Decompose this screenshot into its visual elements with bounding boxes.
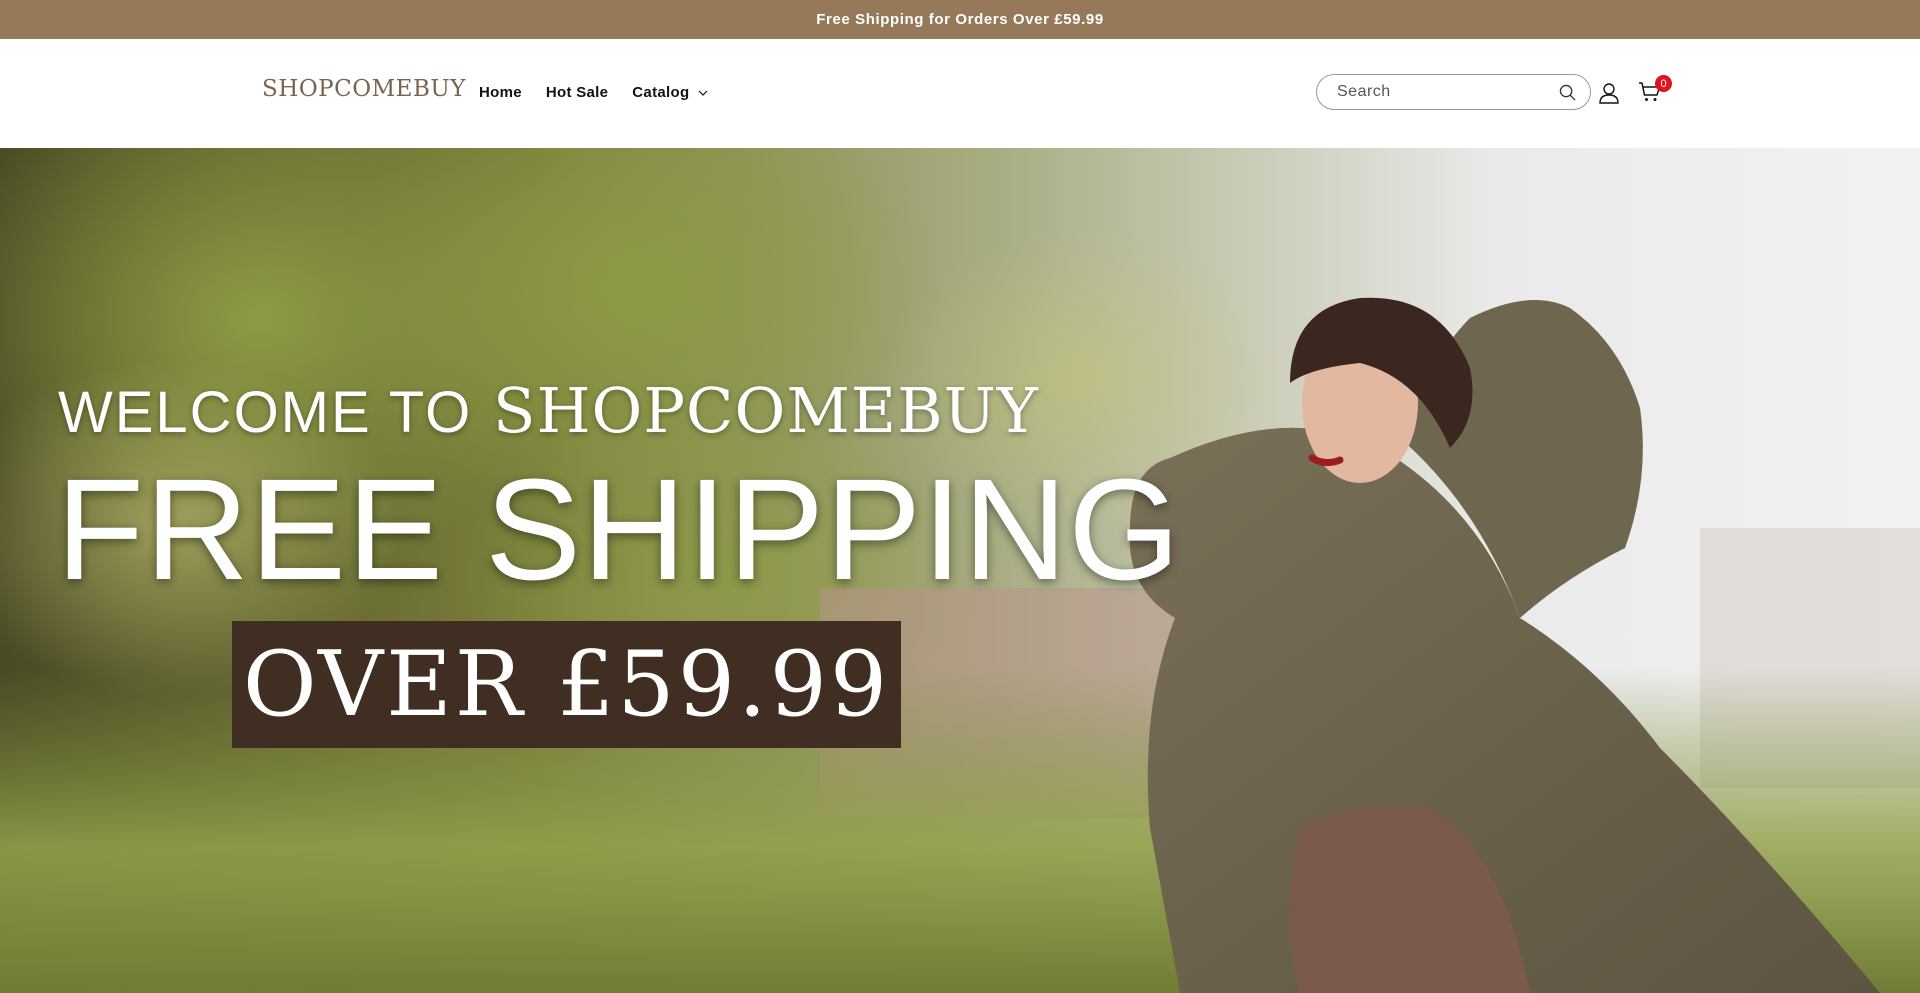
hero-welcome-prefix: WELCOME TO — [58, 380, 473, 445]
account-icon[interactable] — [1598, 82, 1620, 104]
chevron-down-icon — [698, 90, 708, 96]
hero-welcome-brand: SHOPCOMEBUY — [492, 374, 1039, 447]
nav-home[interactable]: Home — [479, 84, 522, 101]
hero-headline: FREE SHIPPING — [56, 449, 1182, 610]
nav-catalog-label: Catalog — [632, 84, 690, 101]
site-header: SHOPCOMEBUY Home Hot Sale Catalog 0 — [0, 39, 1920, 148]
cart-count-badge: 0 — [1655, 75, 1672, 92]
logo[interactable]: SHOPCOMEBUY — [262, 76, 466, 102]
nav-hot-sale[interactable]: Hot Sale — [546, 84, 608, 101]
announcement-bar: Free Shipping for Orders Over £59.99 — [0, 0, 1920, 39]
hero-welcome-text: WELCOME TO SHOPCOMEBUY — [58, 374, 1039, 447]
hero-banner[interactable]: WELCOME TO SHOPCOMEBUY FREE SHIPPING OVE… — [0, 148, 1920, 993]
main-nav: Home Hot Sale Catalog — [479, 84, 708, 101]
hero-price-text: OVER £59.99 — [242, 632, 891, 737]
hero-price-box: OVER £59.99 — [232, 621, 901, 748]
search-box — [1316, 74, 1591, 110]
announcement-text: Free Shipping for Orders Over £59.99 — [816, 11, 1104, 28]
search-icon[interactable] — [1559, 84, 1576, 101]
search-input[interactable] — [1317, 82, 1549, 102]
nav-catalog[interactable]: Catalog — [632, 84, 708, 101]
